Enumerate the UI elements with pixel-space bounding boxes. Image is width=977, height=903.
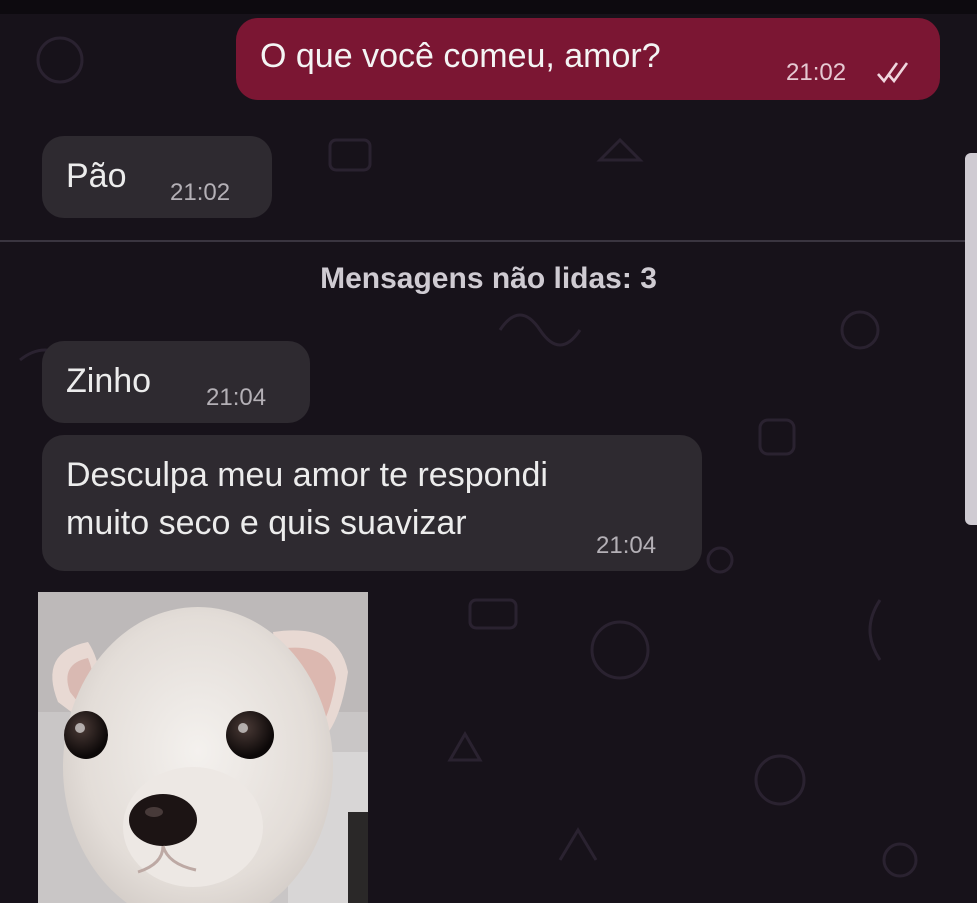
puppy-image <box>38 592 368 903</box>
message-bubble-incoming[interactable]: Zinho 21:04 <box>42 341 310 423</box>
message-bubble-outgoing[interactable]: O que você comeu, amor? 21:02 <box>236 18 940 100</box>
top-edge <box>0 0 977 14</box>
message-text: Zinho <box>66 362 152 400</box>
message-text: Pão <box>66 157 127 195</box>
message-time: 21:04 <box>596 532 657 559</box>
message-bubble-incoming[interactable]: Desculpa meu amor te respondi muito seco… <box>42 435 702 571</box>
unread-divider-line <box>0 240 966 242</box>
scrollbar[interactable] <box>965 153 977 525</box>
unread-messages-label: Mensagens não lidas: 3 <box>320 262 657 295</box>
message-time: 21:02 <box>786 59 847 86</box>
message-bubble-incoming[interactable]: Pão 21:02 <box>42 136 272 218</box>
message-time: 21:02 <box>170 179 231 206</box>
double-check-icon <box>874 58 910 91</box>
message-text: O que você comeu, amor? <box>260 37 661 75</box>
message-text: Desculpa meu amor te respondi muito seco… <box>66 456 548 542</box>
puppy-sticker[interactable] <box>38 592 368 903</box>
message-time: 21:04 <box>206 384 267 411</box>
